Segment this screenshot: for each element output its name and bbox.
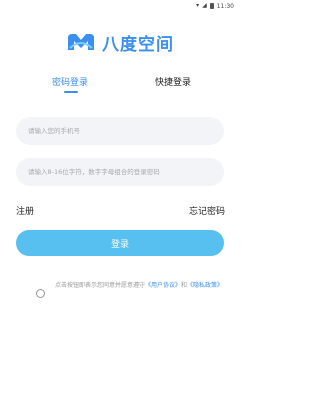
agreement-checkbox[interactable] bbox=[36, 289, 45, 298]
forgot-password-link[interactable]: 忘记密码 bbox=[189, 204, 225, 217]
wifi-icon: ▾ bbox=[196, 2, 200, 9]
agreement-prefix: 点击按钮即表示您同意并愿意遵守 bbox=[55, 282, 146, 289]
user-agreement-link[interactable]: 《用户协议》 bbox=[145, 282, 181, 289]
signal-icon: ◢ bbox=[202, 2, 207, 9]
login-tabs: 密码登录 快捷登录 bbox=[0, 75, 240, 99]
tab-active-indicator bbox=[64, 91, 78, 93]
status-bar: ▾ ◢ 11:30 bbox=[0, 0, 240, 12]
privacy-policy-link[interactable]: 《隐私政策》 bbox=[187, 282, 223, 289]
tab-quick-login[interactable]: 快捷登录 bbox=[155, 75, 191, 88]
logo-text: 八度空间 bbox=[102, 34, 174, 55]
login-button[interactable]: 登录 bbox=[16, 230, 224, 256]
status-time: 11:30 bbox=[216, 2, 234, 10]
phone-input[interactable] bbox=[16, 117, 224, 145]
battery-icon bbox=[209, 3, 214, 9]
tab-password-login[interactable]: 密码登录 bbox=[52, 75, 88, 88]
register-link[interactable]: 注册 bbox=[16, 204, 34, 217]
agreement-text: 点击按钮即表示您同意并愿意遵守《用户协议》和《隐私政策》 bbox=[55, 280, 225, 291]
logo-mark-icon bbox=[68, 34, 94, 50]
password-input[interactable] bbox=[16, 158, 224, 186]
app-logo: 八度空间 bbox=[60, 30, 180, 55]
